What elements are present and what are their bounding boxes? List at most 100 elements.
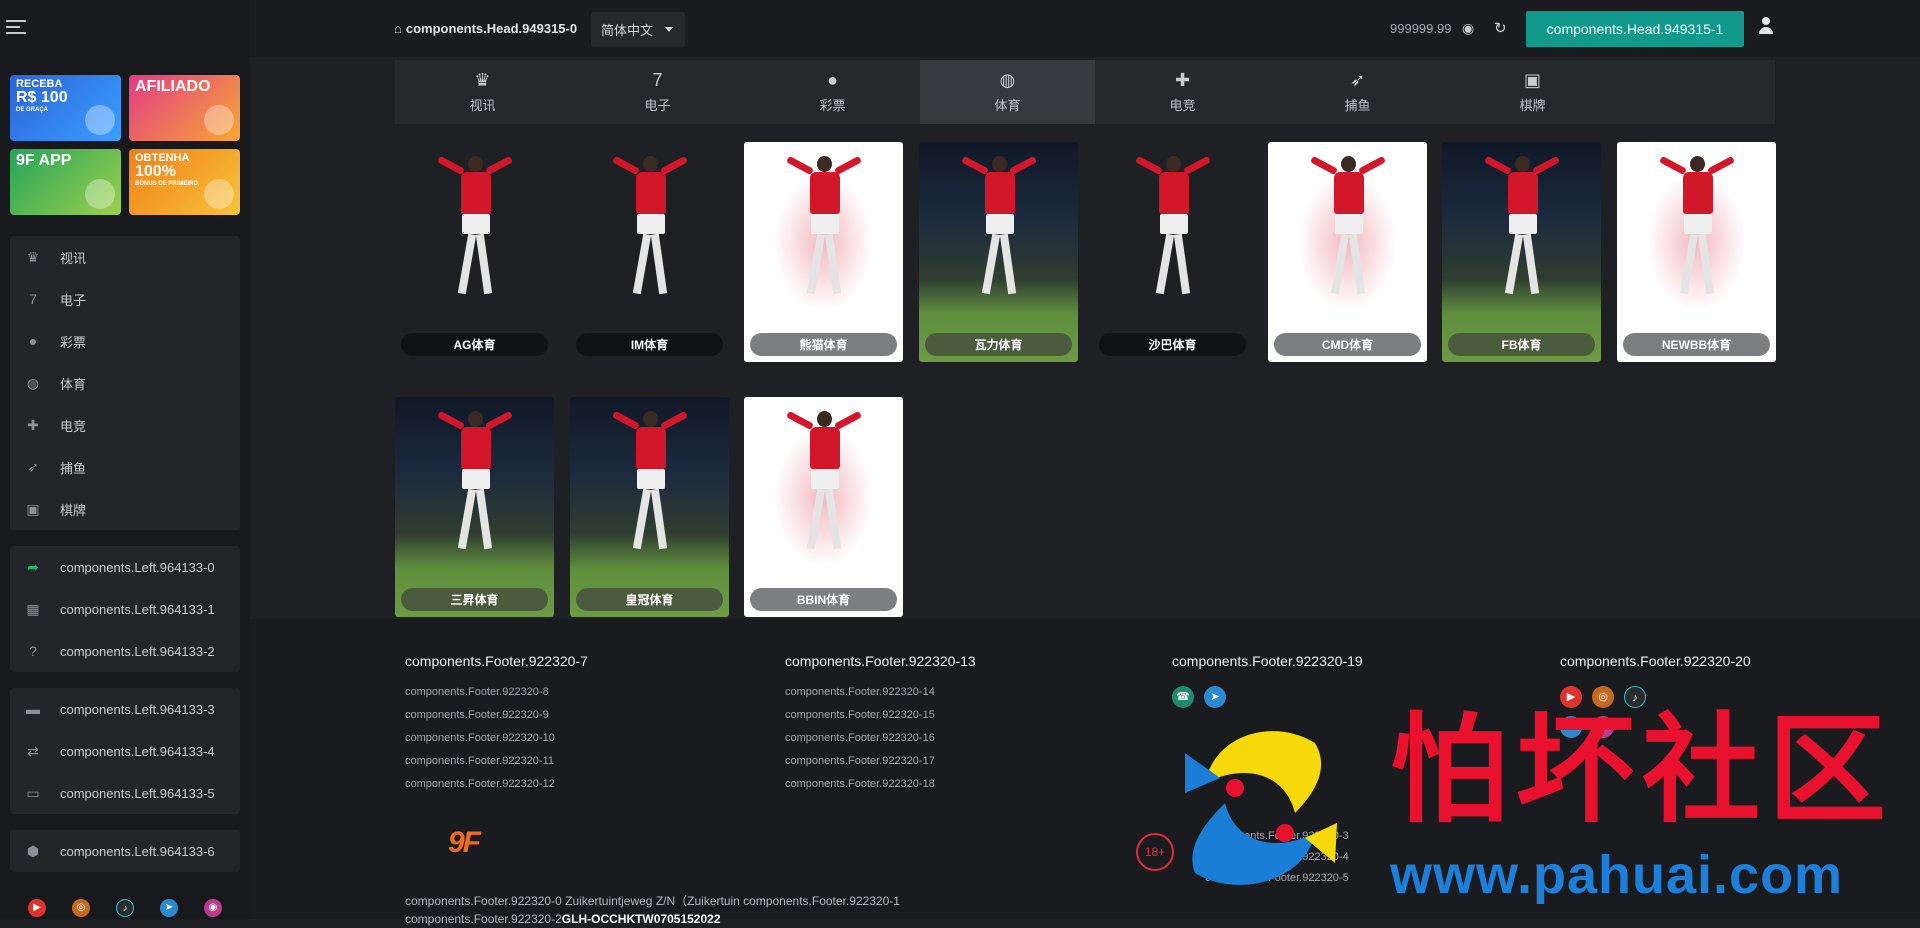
- game-card[interactable]: 皇冠体育: [570, 397, 729, 617]
- footer-link[interactable]: components.Footer.922320-17: [785, 755, 976, 778]
- sidebar-item-live[interactable]: ♛ 视讯: [10, 236, 240, 278]
- sidebar-link-share[interactable]: ➦ components.Left.964133-0: [10, 546, 240, 588]
- youtube-icon[interactable]: ▶: [28, 899, 46, 917]
- tab-label: 电子: [644, 98, 671, 113]
- eye-icon[interactable]: ◉: [1462, 20, 1474, 37]
- refresh-icon[interactable]: ↻: [1494, 19, 1507, 37]
- sidebar-item-cards[interactable]: ▣ 棋牌: [10, 488, 240, 530]
- game-card[interactable]: BBIN体育: [744, 397, 903, 617]
- sidebar-item-fishing[interactable]: ➶ 捕鱼: [10, 446, 240, 488]
- game-card[interactable]: 沙巴体育: [1093, 142, 1252, 362]
- player-image: [784, 150, 864, 320]
- game-card[interactable]: AG体育: [395, 142, 554, 362]
- game-card[interactable]: FB体育: [1442, 142, 1601, 362]
- sidebar-link-gift[interactable]: ▦ components.Left.964133-1: [10, 588, 240, 630]
- promo-banner-app[interactable]: 9F APP: [10, 149, 121, 215]
- promo-text: AFILIADO: [135, 78, 211, 95]
- footer-link[interactable]: components.Footer.922320-15: [785, 709, 976, 732]
- tab-label: 彩票: [819, 98, 846, 113]
- game-card[interactable]: CMD体育: [1268, 142, 1427, 362]
- sidebar-link-exchange[interactable]: ⇄ components.Left.964133-4: [10, 730, 240, 772]
- footer-link[interactable]: components.Footer.922320-11: [405, 755, 588, 778]
- chevron-down-icon: [665, 27, 674, 32]
- game-card-label: 沙巴体育: [1099, 333, 1246, 356]
- watermark-fish-logo: [1185, 731, 1337, 885]
- sidebar-links-b: ▬ components.Left.964133-3 ⇄ components.Le…: [10, 688, 240, 814]
- tiktok-icon[interactable]: ♪: [116, 899, 134, 917]
- game-card[interactable]: 瓦力体育: [919, 142, 1078, 362]
- sidebar-item-label: 捕鱼: [60, 460, 87, 476]
- promo-text: 100%: [135, 163, 176, 180]
- tab-slots[interactable]: 7 电子: [570, 60, 745, 124]
- menu-icon[interactable]: [6, 20, 26, 36]
- share-icon: ➦: [27, 558, 39, 575]
- sidebar-item-esports[interactable]: ✚ 电竞: [10, 404, 240, 446]
- footer-link[interactable]: components.Footer.922320-18: [785, 778, 976, 801]
- sidebar-link-help[interactable]: ? components.Left.964133-2: [10, 630, 240, 672]
- tab-cards[interactable]: ▣ 棋牌: [1445, 60, 1620, 124]
- tab-esports[interactable]: ✚ 电竞: [1095, 60, 1270, 124]
- sidebar-link-card[interactable]: ▭ components.Left.964133-5: [10, 772, 240, 814]
- tab-sports[interactable]: ◍ 体育: [920, 60, 1095, 124]
- address-prefix: components.Footer.922320-2: [405, 912, 562, 926]
- sidebar-item-label: components.Left.964133-6: [60, 843, 215, 859]
- footer-col-2: components.Footer.922320-13 components.F…: [785, 653, 976, 801]
- sidebar-item-label: 体育: [60, 376, 87, 392]
- sidebar-links-a: ➦ components.Left.964133-0 ▦ components.Le…: [10, 546, 240, 672]
- footer-title: components.Footer.922320-13: [785, 653, 976, 669]
- header: ⌂ components.Head.949315-0 简体中文 999999.9…: [250, 0, 1920, 57]
- card-icon: ▭: [26, 784, 40, 801]
- game-card-label: IM体育: [576, 333, 723, 356]
- player-image: [1308, 150, 1388, 320]
- tab-label: 捕鱼: [1344, 98, 1371, 113]
- promo-banner-deposit[interactable]: OBTENHA 100% BÔNUS DE PRIMEIRO: [129, 149, 240, 215]
- game-card[interactable]: NEWBB体育: [1617, 142, 1776, 362]
- header-action-button[interactable]: components.Head.949315-1: [1526, 11, 1744, 47]
- game-card[interactable]: 三昇体育: [395, 397, 554, 617]
- live-dealer-icon: ♛: [26, 248, 40, 265]
- language-select[interactable]: 简体中文: [591, 12, 685, 47]
- game-card[interactable]: IM体育: [570, 142, 729, 362]
- player-image: [784, 405, 864, 575]
- footer-link[interactable]: components.Footer.922320-8: [405, 686, 588, 709]
- home-icon: ⌂: [394, 21, 402, 36]
- gift-icon: ▦: [26, 600, 40, 617]
- instagram-icon[interactable]: ◎: [72, 899, 90, 917]
- game-card-label: BBIN体育: [750, 588, 897, 611]
- game-card-label: CMD体育: [1274, 333, 1421, 356]
- player-image: [1482, 150, 1562, 320]
- category-tabs: ♛ 视讯 7 电子 ● 彩票 ◍ 体育 ✚ 电竞 ➶ 捕鱼 ▣ 棋牌: [395, 60, 1775, 124]
- home-link[interactable]: ⌂ components.Head.949315-0: [394, 21, 577, 36]
- footer-link[interactable]: components.Footer.922320-10: [405, 732, 588, 755]
- sidebar-game-menu: ♛ 视讯 7 电子 ● 彩票 ◍ 体育 ✚ 电竞 ➶ 捕鱼 ▣ 棋牌: [10, 236, 240, 530]
- footer-col-1: components.Footer.922320-7 components.Fo…: [405, 653, 588, 801]
- tab-fishing[interactable]: ➶ 捕鱼: [1270, 60, 1445, 124]
- tab-live[interactable]: ♛ 视讯: [395, 60, 570, 124]
- sidebar-link-cube[interactable]: ⬢ components.Left.964133-6: [10, 830, 240, 872]
- promo-banner-bonus[interactable]: RECEBA R$ 100 DE GRAÇA: [10, 75, 121, 141]
- footer-link[interactable]: components.Footer.922320-14: [785, 686, 976, 709]
- promo-banner-affiliate[interactable]: AFILIADO: [129, 75, 240, 141]
- sidebar-link-wallet[interactable]: ▬ components.Left.964133-3: [10, 688, 240, 730]
- game-card-label: NEWBB体育: [1623, 333, 1770, 356]
- game-card-label: 皇冠体育: [576, 588, 723, 611]
- wheel-icon: [85, 105, 115, 135]
- game-card-label: 熊猫体育: [750, 333, 897, 356]
- sidebar-item-label: 电子: [60, 292, 87, 308]
- home-label: components.Head.949315-0: [405, 21, 578, 36]
- sidebar-item-lottery[interactable]: ● 彩票: [10, 320, 240, 362]
- footer-link[interactable]: components.Footer.922320-9: [405, 709, 588, 732]
- sidebar-links-c: ⬢ components.Left.964133-6: [10, 830, 240, 872]
- cards-icon: ▣: [26, 500, 40, 517]
- sidebar-item-sports[interactable]: ◍ 体育: [10, 362, 240, 404]
- footer-link[interactable]: components.Footer.922320-12: [405, 778, 588, 801]
- tab-lottery[interactable]: ● 彩票: [745, 60, 920, 124]
- instagram-icon[interactable]: ◉: [204, 899, 222, 917]
- sidebar-item-slots[interactable]: 7 电子: [10, 278, 240, 320]
- footer-link[interactable]: components.Footer.922320-16: [785, 732, 976, 755]
- game-card[interactable]: 熊猫体育: [744, 142, 903, 362]
- user-icon[interactable]: [1758, 17, 1774, 35]
- telegram-icon[interactable]: ➤: [160, 899, 178, 917]
- address-line: components.Footer.922320-0 Zuikertuintje…: [405, 894, 900, 908]
- fishing-icon: ➶: [27, 458, 39, 475]
